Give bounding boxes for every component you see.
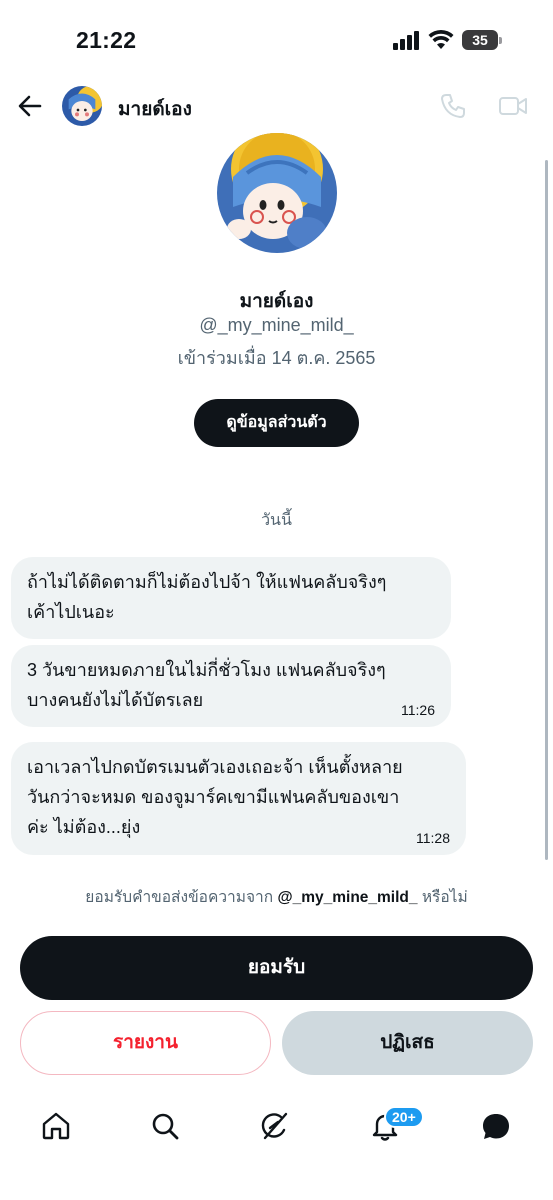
request-handle: @_my_mine_mild_	[277, 889, 418, 906]
profile-avatar[interactable]	[217, 133, 337, 253]
video-call-icon[interactable]	[498, 92, 528, 120]
message-text-line: เอาเวลาไปกดบัตรเมนตัวเองเถอะจ้า เห็นตั้ง…	[27, 757, 403, 777]
accept-button[interactable]: ยอมรับ	[20, 936, 533, 1000]
message-text-line: บางคนยังไม่ได้บัตรเลย	[27, 690, 204, 710]
message-bubble[interactable]: ถ้าไม่ได้ติดตามก็ไม่ต้องไปจ้า ให้แฟนคลับ…	[11, 557, 451, 639]
status-time: 21:22	[76, 27, 137, 53]
battery-level: 35	[462, 30, 498, 50]
header-avatar[interactable]	[62, 86, 102, 126]
date-separator: วันนี้	[261, 512, 292, 529]
request-prefix: ยอมรับคำขอส่งข้อความจาก	[85, 889, 274, 906]
home-icon[interactable]	[40, 1110, 72, 1142]
grok-icon[interactable]	[259, 1110, 291, 1142]
message-text-line: ค่ะ ไม่ต้อง...ยุ่ง	[27, 817, 141, 837]
profile-handle: @_my_mine_mild_	[199, 315, 354, 335]
phone-call-icon[interactable]	[439, 92, 467, 120]
bottom-navigation	[0, 1090, 553, 1200]
scrollbar[interactable]	[545, 160, 548, 860]
back-arrow-icon[interactable]	[16, 92, 44, 120]
message-text-line: เค้าไปเนอะ	[27, 602, 115, 622]
messages-icon[interactable]	[480, 1110, 512, 1142]
header-name: มายด์เอง	[118, 99, 192, 120]
message-timestamp: 11:28	[416, 830, 450, 846]
view-profile-button[interactable]: ดูข้อมูลส่วนตัว	[194, 399, 359, 447]
cellular-signal-icon	[393, 30, 421, 50]
message-request-prompt: ยอมรับคำขอส่งข้อความจาก @_my_mine_mild_ …	[0, 884, 553, 909]
status-bar: 21:22 35	[0, 0, 553, 80]
message-timestamp: 11:26	[401, 702, 435, 718]
message-text-line: ถ้าไม่ได้ติดตามก็ไม่ต้องไปจ้า ให้แฟนคลับ…	[27, 572, 387, 592]
message-bubble[interactable]: เอาเวลาไปกดบัตรเมนตัวเองเถอะจ้า เห็นตั้ง…	[11, 742, 466, 855]
conversation-header: มายด์เอง	[0, 80, 553, 132]
message-text-line: วันกว่าจะหมด ของจูมาร์คเขามีแฟนคลับของเข…	[27, 787, 400, 807]
battery-icon: 35	[462, 30, 502, 50]
profile-joined-date: เข้าร่วมเมื่อ 14 ต.ค. 2565	[177, 348, 376, 368]
wifi-icon	[428, 29, 454, 49]
decline-button[interactable]: ปฏิเสธ	[282, 1011, 533, 1075]
message-bubble[interactable]: 3 วันขายหมดภายในไม่กี่ชั่วโมง แฟนคลับจริ…	[11, 645, 451, 727]
request-suffix: หรือไม่	[421, 889, 468, 906]
message-text-line: 3 วันขายหมดภายในไม่กี่ชั่วโมง แฟนคลับจริ…	[27, 660, 386, 680]
search-icon[interactable]	[149, 1110, 181, 1142]
profile-name: มายด์เอง	[239, 291, 314, 312]
report-button[interactable]: รายงาน	[20, 1011, 271, 1075]
notification-badge: 20+	[384, 1106, 424, 1128]
